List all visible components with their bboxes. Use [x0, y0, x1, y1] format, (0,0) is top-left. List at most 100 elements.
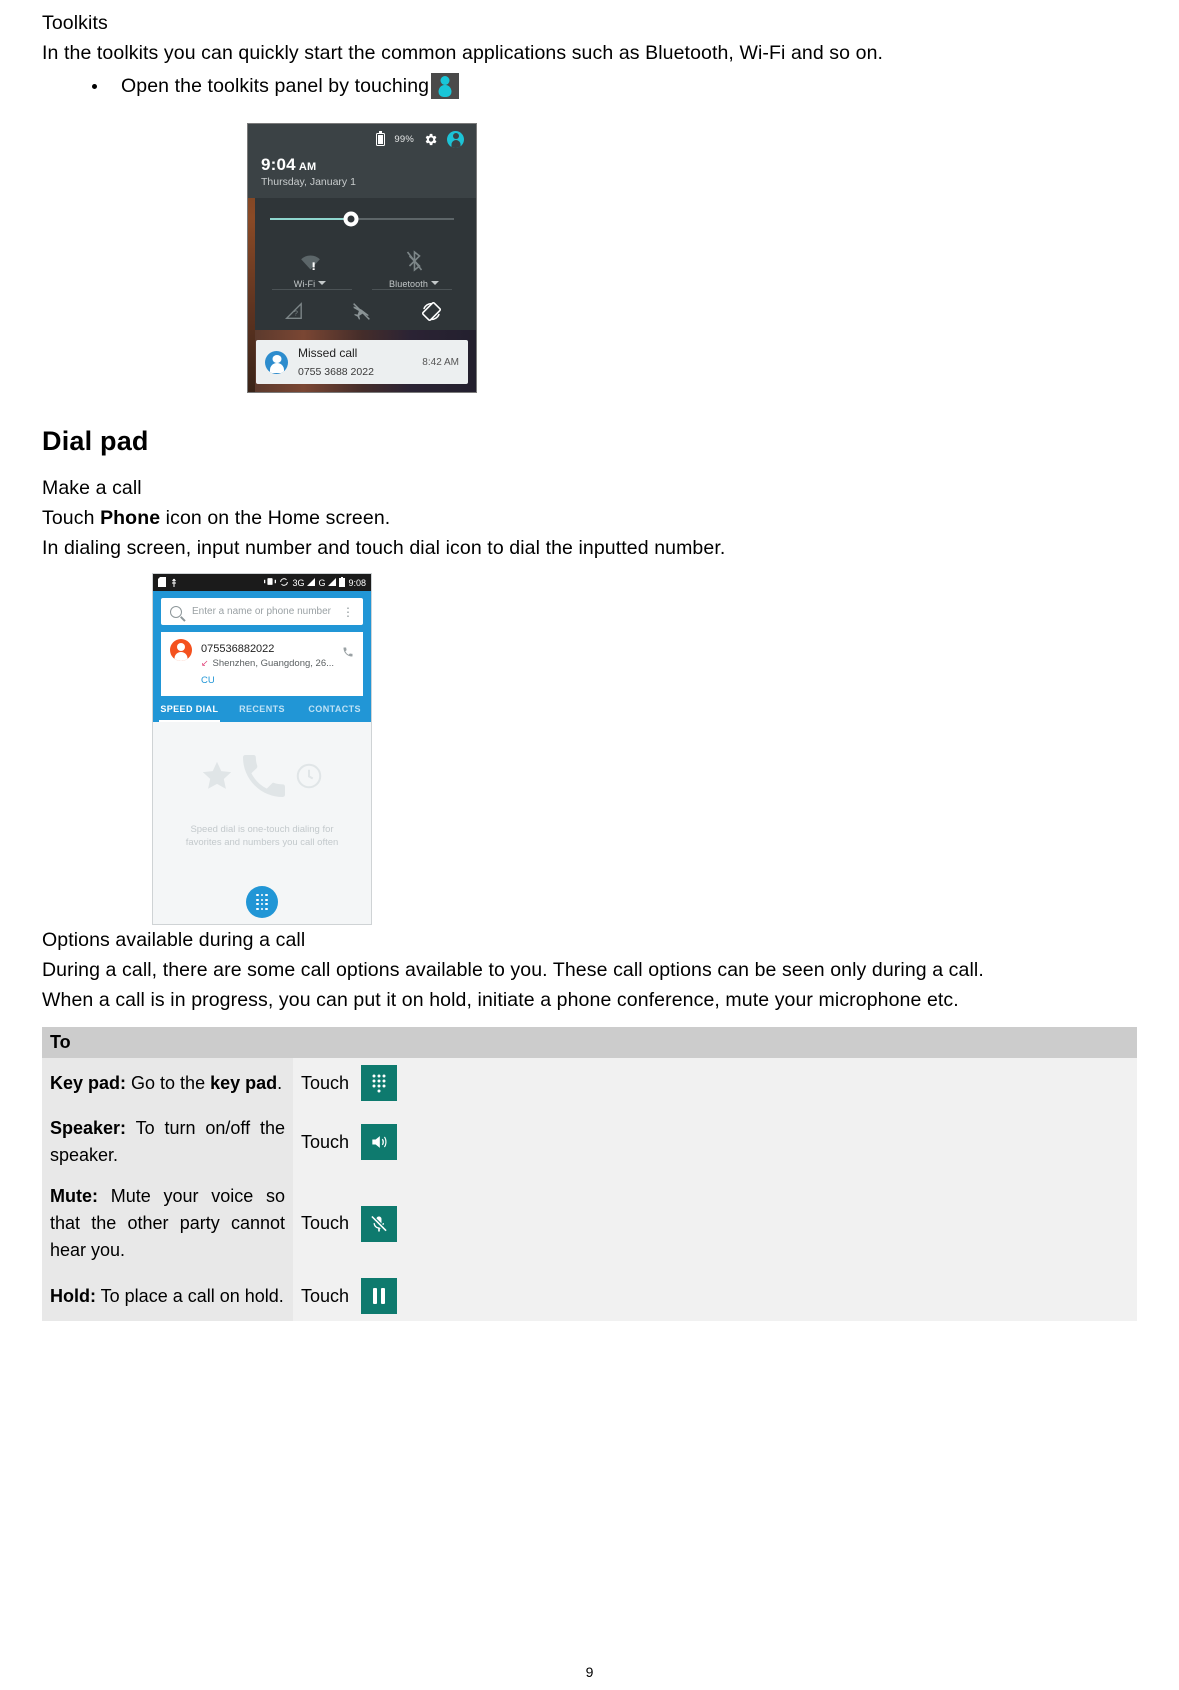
dialing-screen-line: In dialing screen, input number and touc… [42, 537, 726, 559]
battery-icon [376, 130, 386, 146]
wifi-alert-icon [258, 244, 362, 278]
toolkits-heading: Toolkits [42, 12, 108, 34]
row-keypad-desc: Key pad: Go to the key pad. [42, 1058, 293, 1108]
mute-icon[interactable] [361, 1205, 398, 1242]
tab-recents[interactable]: RECENTS [226, 696, 299, 722]
clock-time: 9:04 AM [261, 155, 317, 174]
page-number: 9 [585, 1664, 594, 1680]
page-title-dial-pad: Dial pad [42, 426, 149, 456]
row-hold-action: Touch [293, 1271, 1137, 1321]
auto-rotate-icon [397, 294, 466, 328]
missed-call-avatar-icon [265, 350, 288, 374]
touch-phone-line: Touch Phone icon on the Home screen. [42, 507, 391, 529]
toolkits-intro: In the toolkits you can quickly start th… [42, 42, 884, 64]
row-mute-action: Touch [293, 1176, 1137, 1271]
account-circle-icon [431, 73, 460, 99]
clock-icon [294, 761, 324, 796]
network-label-2: G [318, 577, 326, 588]
table-row: Key pad: Go to the key pad. Touch [42, 1058, 1137, 1108]
options-paragraph-2: When a call is in progress, you can put … [42, 989, 959, 1011]
touch-label: Touch [301, 1131, 350, 1152]
empty-state-line-2: favorites and numbers you call often [185, 837, 339, 848]
speed-dial-empty-state: Speed dial is one-touch dialing for favo… [153, 722, 371, 924]
signal-bars-icon-1 [307, 577, 316, 588]
toggle-bluetooth-label: Bluetooth [389, 279, 428, 289]
options-heading: Options available during a call [42, 929, 306, 951]
row-mute-desc: Mute: Mute your voice so that the other … [42, 1176, 293, 1271]
dialpad-icon[interactable] [361, 1065, 398, 1101]
signal-off-icon: ? [258, 294, 327, 328]
table-row: Hold: To place a call on hold. Touch [42, 1271, 1137, 1321]
contact-location: Shenzhen, Guangdong, 26... [212, 658, 335, 669]
row-speaker-action: Touch [293, 1108, 1137, 1176]
contact-carrier: CU [201, 675, 215, 686]
search-input[interactable]: Enter a name or phone number ⋮ [161, 598, 363, 625]
speaker-icon[interactable] [361, 1124, 398, 1160]
quick-settings-screenshot: 99% 9:04 AM Thursday, January 1 Wi-Fi Bl… [247, 123, 477, 393]
make-a-call-line: Make a call [42, 477, 142, 499]
missed-call-notification[interactable]: Missed call 0755 3688 2022 8:42 AM [256, 340, 468, 384]
search-placeholder: Enter a name or phone number [192, 606, 331, 617]
chevron-down-icon [430, 281, 439, 285]
notification-title: Missed call [298, 346, 358, 360]
row-speaker-desc: Speaker: To turn on/off the speaker. [42, 1108, 293, 1176]
document-page: Toolkits In the toolkits you can quickly… [0, 0, 1179, 1690]
dialpad-icon [256, 893, 268, 911]
clock-date: Thursday, January 1 [261, 176, 356, 188]
dialpad-fab-button[interactable] [246, 886, 278, 918]
row-hold-desc: Hold: To place a call on hold. [42, 1271, 293, 1321]
bullet-text: Open the toolkits panel by touching [121, 75, 430, 97]
dialer-tabs: SPEED DIAL RECENTS CONTACTS [153, 696, 371, 722]
phone-icon [236, 748, 292, 809]
pause-icon[interactable] [361, 1278, 398, 1314]
toolkits-bullet: Open the toolkits panel by touching [92, 71, 1137, 101]
account-circle-icon[interactable] [447, 131, 464, 148]
toggle-row-1: Wi-Fi Bluetooth [258, 240, 466, 289]
touch-label: Touch [301, 1213, 350, 1233]
touch-label: Touch [301, 1285, 350, 1306]
dialer-app-bar: Enter a name or phone number ⋮ 075536882… [153, 591, 371, 696]
chevron-down-icon [318, 281, 327, 285]
dialer-screenshot: 3G G 9:08 Enter a name or phone number ⋮ [152, 573, 372, 925]
airplane-off-icon [327, 294, 396, 328]
table-row: Speaker: To turn on/off the speaker. Tou… [42, 1108, 1137, 1176]
status-bar: 99% [261, 130, 466, 149]
search-icon [170, 605, 182, 618]
row-keypad-action: Touch [293, 1058, 1137, 1108]
table-row: Mute: Mute your voice so that the other … [42, 1176, 1137, 1271]
dialer-clock: 9:08 [348, 577, 366, 588]
tab-speed-dial[interactable]: SPEED DIAL [153, 696, 226, 722]
battery-percent: 99% [394, 134, 414, 145]
phone-icon[interactable] [342, 639, 354, 661]
contact-suggestion-row[interactable]: 075536882022 ↙ Shenzhen, Guangdong, 26...… [161, 632, 363, 696]
network-label-1: 3G [292, 577, 305, 588]
sync-icon [279, 577, 289, 589]
notification-number: 0755 3688 2022 [298, 366, 374, 378]
more-vert-icon[interactable]: ⋮ [342, 606, 354, 618]
tab-contacts[interactable]: CONTACTS [298, 696, 371, 722]
toggle-wifi[interactable]: Wi-Fi [258, 240, 362, 289]
call-options-table: To Key pad: Go to the key pad. Touch Spe… [42, 1027, 1137, 1321]
incoming-call-arrow-icon: ↙ [201, 658, 209, 668]
table-header-to: To [42, 1027, 1137, 1058]
dialer-status-bar: 3G G 9:08 [153, 574, 371, 591]
svg-text:?: ? [294, 309, 298, 318]
sd-card-icon [158, 576, 166, 589]
toggle-wifi-label: Wi-Fi [293, 279, 316, 289]
bullet-dot [92, 83, 97, 89]
quick-settings-header: 99% 9:04 AM Thursday, January 1 [248, 124, 476, 198]
brightness-slider-icon[interactable] [343, 211, 359, 227]
vibrate-icon [264, 577, 277, 588]
toggle-bluetooth[interactable]: Bluetooth [362, 240, 466, 289]
notification-time: 8:42 AM [422, 356, 459, 368]
usb-icon [170, 577, 178, 589]
empty-state-line-1: Speed dial is one-touch dialing for [190, 824, 334, 835]
avatar [170, 639, 192, 661]
contact-number: 075536882022 [201, 643, 275, 655]
bluetooth-off-icon [362, 244, 466, 278]
battery-icon [339, 576, 346, 589]
signal-bars-icon-2 [328, 577, 337, 588]
gear-icon[interactable] [423, 132, 438, 147]
touch-label: Touch [301, 1072, 350, 1093]
brightness-slider[interactable] [258, 198, 466, 240]
